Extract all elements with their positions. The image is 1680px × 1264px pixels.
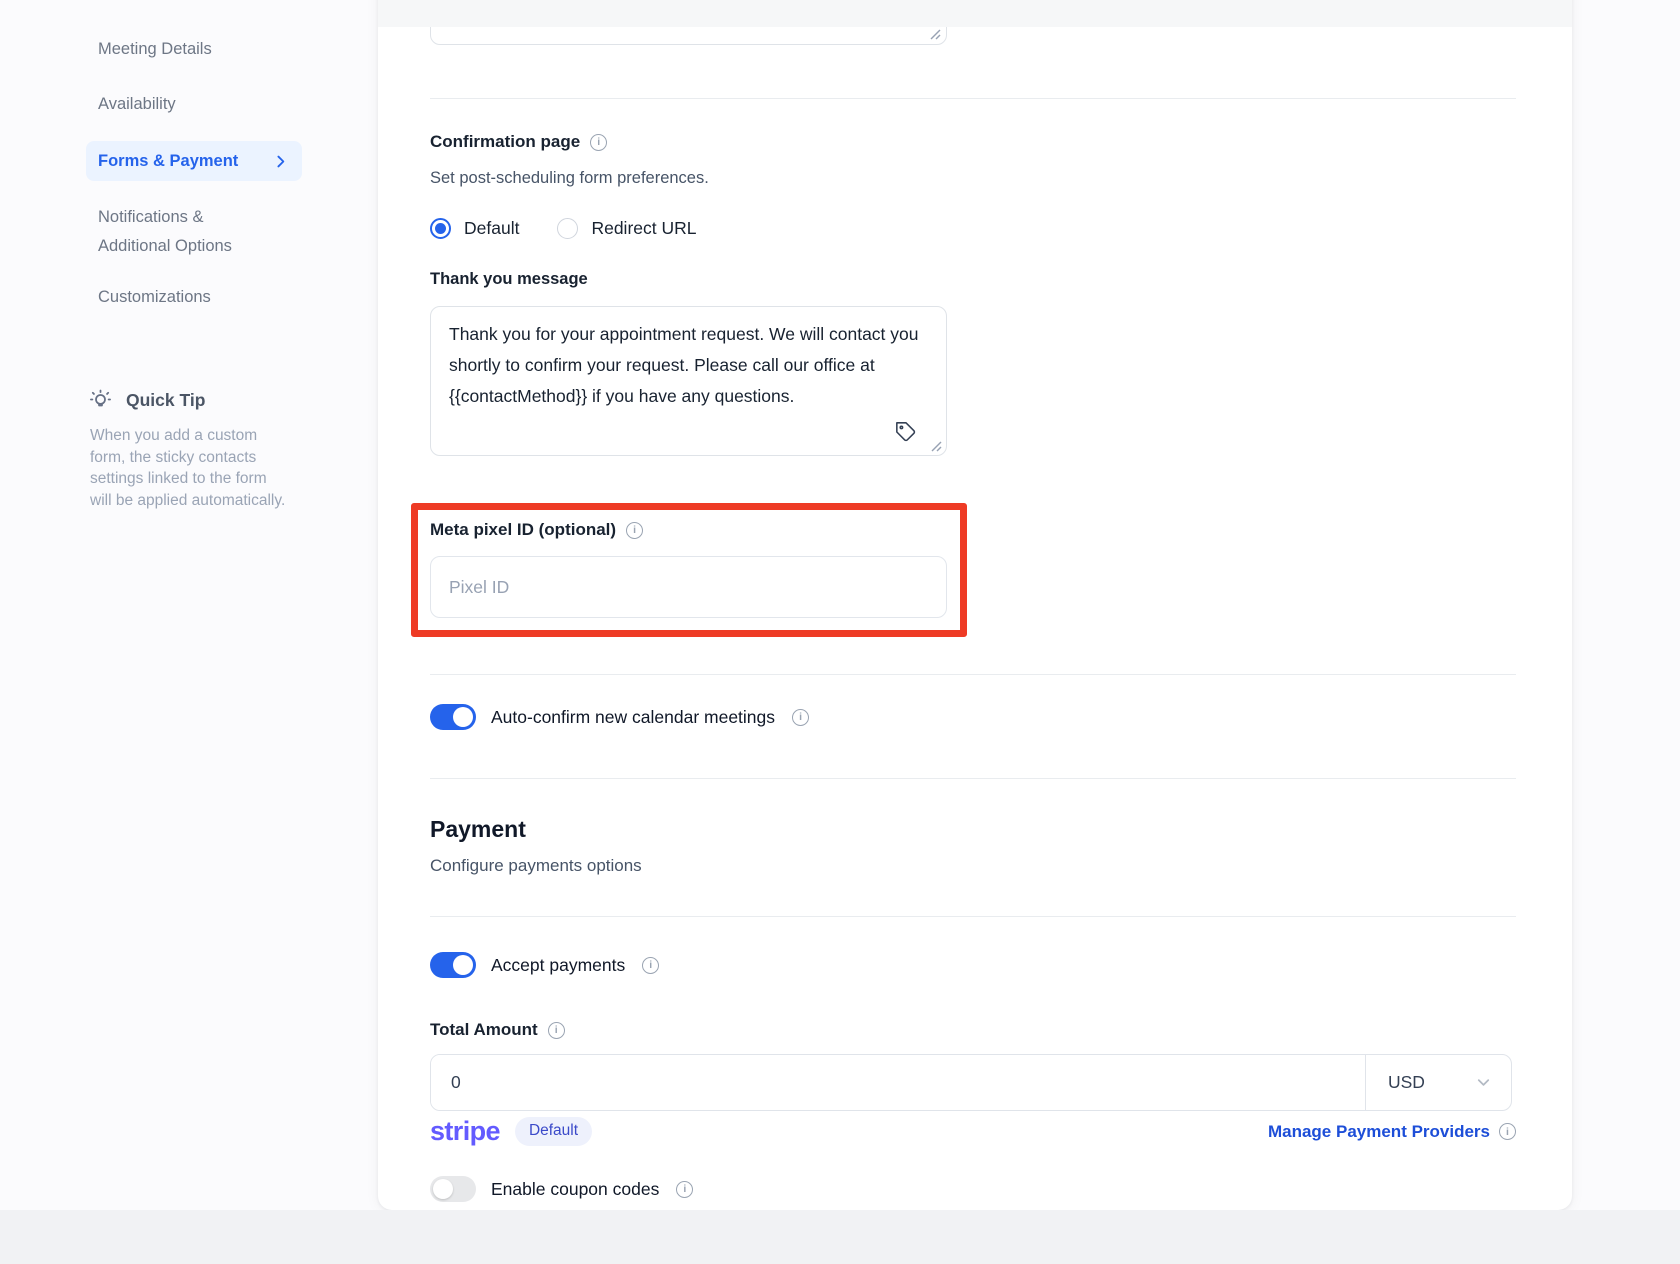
page-bottom-band xyxy=(0,1210,1680,1264)
info-icon[interactable]: i xyxy=(1499,1123,1516,1140)
confirmation-title: Confirmation page xyxy=(430,132,581,151)
radio-label[interactable]: Default xyxy=(464,218,519,239)
info-icon[interactable]: i xyxy=(792,708,810,726)
radio-unselected-icon[interactable] xyxy=(557,218,579,239)
currency-select[interactable]: USD xyxy=(1365,1055,1511,1110)
quick-tip-body: When you add a custom form, the sticky c… xyxy=(90,427,286,509)
divider xyxy=(430,916,1516,917)
manage-payment-providers-link[interactable]: Manage Payment Providers xyxy=(1268,1122,1490,1142)
payment-subtitle: Configure payments options xyxy=(430,856,642,875)
thank-you-label-row: Thank you message xyxy=(430,270,588,289)
sidebar-item-label: Forms & Payment xyxy=(98,151,239,170)
lightbulb-icon xyxy=(88,388,113,413)
thank-you-textarea-wrap: Thank you for your appointment request. … xyxy=(430,306,947,456)
settings-card: Confirmation page i Set post-scheduling … xyxy=(378,0,1572,1210)
total-amount-input[interactable] xyxy=(431,1055,1365,1110)
chevron-down-icon xyxy=(1474,1073,1493,1092)
info-icon[interactable]: i xyxy=(590,133,608,151)
currency-value: USD xyxy=(1388,1072,1425,1092)
info-icon[interactable]: i xyxy=(547,1021,565,1039)
meta-pixel-label-row: Meta pixel ID (optional) i xyxy=(430,520,644,540)
sidebar: Meeting Details Availability Forms & Pay… xyxy=(0,0,352,1210)
total-amount-group: USD xyxy=(430,1054,1512,1111)
sidebar-item-customizations[interactable]: Customizations xyxy=(98,288,211,307)
meta-pixel-label: Meta pixel ID (optional) xyxy=(430,520,617,539)
radio-option-default[interactable]: Default xyxy=(430,218,519,239)
divider xyxy=(430,98,1516,99)
divider xyxy=(430,778,1516,779)
chevron-right-icon xyxy=(272,153,289,170)
total-amount-label-row: Total Amount i xyxy=(430,1020,565,1040)
auto-confirm-row: Auto-confirm new calendar meetings i xyxy=(430,704,810,730)
confirmation-subtitle: Set post-scheduling form preferences. xyxy=(430,169,709,187)
radio-label[interactable]: Redirect URL xyxy=(591,218,696,239)
stripe-logo: stripe xyxy=(430,1116,501,1146)
info-icon[interactable]: i xyxy=(676,1180,694,1198)
coupon-codes-row: Enable coupon codes i xyxy=(430,1176,694,1202)
info-icon[interactable]: i xyxy=(626,521,644,539)
divider xyxy=(430,674,1516,675)
accept-payments-toggle[interactable] xyxy=(430,952,476,978)
sidebar-item-forms-payment[interactable]: Forms & Payment xyxy=(86,141,302,181)
info-icon[interactable]: i xyxy=(642,956,660,974)
accept-payments-label: Accept payments xyxy=(491,954,626,975)
confirmation-subtitle-row: Set post-scheduling form preferences. xyxy=(430,169,709,188)
tag-icon[interactable] xyxy=(895,421,917,443)
resize-handle-icon[interactable] xyxy=(928,438,942,452)
enable-coupon-codes-toggle[interactable] xyxy=(430,1176,476,1202)
coupon-codes-label: Enable coupon codes xyxy=(491,1178,660,1199)
total-amount-label: Total Amount xyxy=(430,1020,538,1039)
auto-confirm-toggle[interactable] xyxy=(430,704,476,730)
provider-row: stripe Default Manage Payment Providers … xyxy=(430,1116,1516,1147)
sidebar-item-notifications[interactable]: Notifications & Additional Options xyxy=(98,203,270,261)
card-top-band xyxy=(378,0,1572,27)
quick-tip-header: Quick Tip xyxy=(88,388,205,413)
provider-info: stripe Default xyxy=(430,1116,593,1147)
page: { "sidebar": { "items": [ { "label": "Me… xyxy=(0,0,1680,1264)
radio-selected-icon[interactable] xyxy=(430,218,451,239)
quick-tip-title: Quick Tip xyxy=(126,390,206,410)
confirmation-title-row: Confirmation page i xyxy=(430,132,608,152)
accept-payments-row: Accept payments i xyxy=(430,952,660,978)
sidebar-item-meeting-details[interactable]: Meeting Details xyxy=(98,40,212,59)
confirmation-options: Default Redirect URL xyxy=(430,218,697,239)
resize-handle-icon[interactable] xyxy=(927,26,941,40)
radio-option-redirect-url[interactable]: Redirect URL xyxy=(557,218,697,239)
thank-you-label: Thank you message xyxy=(430,270,588,288)
manage-providers: Manage Payment Providers i xyxy=(1268,1122,1516,1142)
default-badge: Default xyxy=(514,1117,593,1146)
pixel-id-input[interactable] xyxy=(430,556,947,618)
thank-you-textarea[interactable]: Thank you for your appointment request. … xyxy=(430,306,947,456)
payment-subtitle-row: Configure payments options xyxy=(430,856,642,876)
sidebar-item-availability[interactable]: Availability xyxy=(98,95,176,114)
auto-confirm-label: Auto-confirm new calendar meetings xyxy=(491,706,776,727)
payment-title: Payment xyxy=(430,816,526,842)
